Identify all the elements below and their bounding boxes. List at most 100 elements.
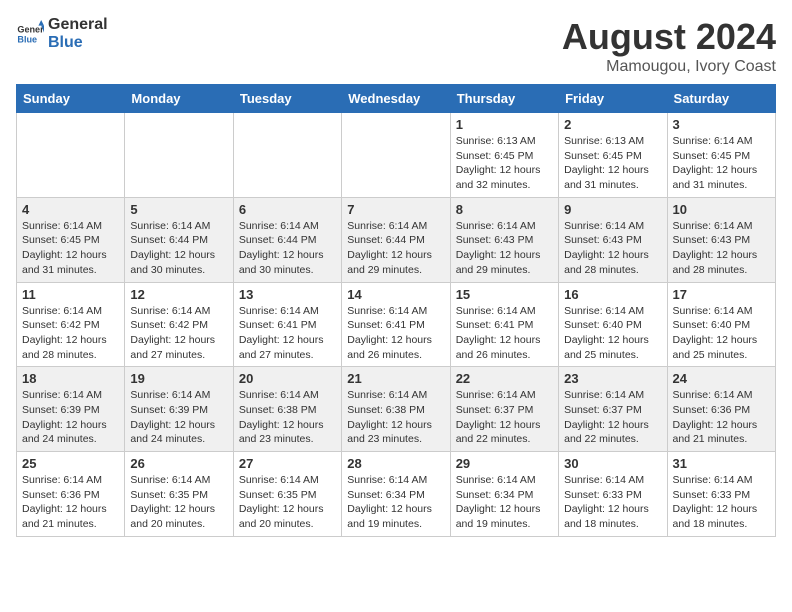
logo-general-text: General — [48, 16, 108, 34]
calendar-cell — [233, 113, 341, 198]
calendar-cell: 6Sunrise: 6:14 AMSunset: 6:44 PMDaylight… — [233, 197, 341, 282]
calendar-week-row: 25 Sunrise: 6:14 AMSunset: 6:36 PMDayligh… — [17, 452, 776, 537]
day-number: 30 — [564, 456, 661, 471]
calendar-week-row: 18 Sunrise: 6:14 AMSunset: 6:39 PMDayligh… — [17, 367, 776, 452]
calendar-cell: 18Sunrise: 6:14 AMSunset: 6:39 PMDayligh… — [17, 367, 125, 452]
day-number: 2 — [564, 117, 661, 132]
calendar-cell: 8 Sunrise: 6:14 AMSunset: 6:43 PMDaylight… — [450, 197, 558, 282]
day-number: 7 — [347, 202, 444, 217]
day-info: Sunrise: 6:14 AMSunset: 6:40 PMDaylight:… — [564, 304, 661, 363]
day-number: 3 — [673, 117, 770, 132]
day-number: 8 — [456, 202, 553, 217]
calendar-cell: 15Sunrise: 6:14 AMSunset: 6:41 PMDayligh… — [450, 282, 558, 367]
calendar-cell: 30 Sunrise: 6:14 AMSunset: 6:33 PMDayligh… — [559, 452, 667, 537]
day-info: Sunrise: 6:14 AMSunset: 6:45 PMDaylight:… — [22, 219, 119, 278]
day-info: Sunrise: 6:14 AMSunset: 6:44 PMDaylight:… — [347, 219, 444, 278]
calendar-cell — [125, 113, 233, 198]
calendar-cell — [342, 113, 450, 198]
calendar-cell: 9Sunrise: 6:14 AMSunset: 6:43 PMDaylight… — [559, 197, 667, 282]
calendar-week-row: 4 Sunrise: 6:14 AMSunset: 6:45 PMDaylight… — [17, 197, 776, 282]
location-subtitle: Mamougou, Ivory Coast — [562, 58, 776, 76]
day-info: Sunrise: 6:14 AMSunset: 6:39 PMDaylight:… — [130, 388, 227, 447]
day-number: 6 — [239, 202, 336, 217]
calendar-header-row: SundayMondayTuesdayWednesdayThursdayFrid… — [17, 85, 776, 113]
day-info: Sunrise: 6:14 AMSunset: 6:33 PMDaylight:… — [564, 473, 661, 532]
calendar-cell: 26 Sunrise: 6:14 AMSunset: 6:35 PMDayligh… — [125, 452, 233, 537]
day-info: Sunrise: 6:13 AMSunset: 6:45 PMDaylight:… — [564, 134, 661, 193]
day-info: Sunrise: 6:14 AMSunset: 6:43 PMDaylight:… — [564, 219, 661, 278]
day-info: Sunrise: 6:14 AMSunset: 6:45 PMDaylight:… — [673, 134, 770, 193]
day-info: Sunrise: 6:14 AMSunset: 6:38 PMDaylight:… — [239, 388, 336, 447]
col-header-saturday: Saturday — [667, 85, 775, 113]
day-number: 20 — [239, 371, 336, 386]
day-number: 26 — [130, 456, 227, 471]
day-info: Sunrise: 6:14 AMSunset: 6:42 PMDaylight:… — [130, 304, 227, 363]
logo-icon: General Blue — [16, 20, 44, 48]
calendar-cell: 14 Sunrise: 6:14 AMSunset: 6:41 PMDayligh… — [342, 282, 450, 367]
col-header-monday: Monday — [125, 85, 233, 113]
calendar-cell: 28Sunrise: 6:14 AMSunset: 6:34 PMDayligh… — [342, 452, 450, 537]
calendar-cell: 20 Sunrise: 6:14 AMSunset: 6:38 PMDayligh… — [233, 367, 341, 452]
calendar-cell: 21 Sunrise: 6:14 AMSunset: 6:38 PMDayligh… — [342, 367, 450, 452]
day-number: 31 — [673, 456, 770, 471]
day-info: Sunrise: 6:14 AMSunset: 6:33 PMDaylight:… — [673, 473, 770, 532]
calendar-cell: 4 Sunrise: 6:14 AMSunset: 6:45 PMDaylight… — [17, 197, 125, 282]
day-info: Sunrise: 6:14 AMSunset: 6:43 PMDaylight:… — [456, 219, 553, 278]
day-number: 14 — [347, 287, 444, 302]
day-number: 1 — [456, 117, 553, 132]
day-info: Sunrise: 6:14 AMSunset: 6:35 PMDaylight:… — [130, 473, 227, 532]
day-info: Sunrise: 6:13 AMSunset: 6:45 PMDaylight:… — [456, 134, 553, 193]
day-number: 17 — [673, 287, 770, 302]
calendar-cell: 17 Sunrise: 6:14 AMSunset: 6:40 PMDayligh… — [667, 282, 775, 367]
day-number: 24 — [673, 371, 770, 386]
day-info: Sunrise: 6:14 AMSunset: 6:44 PMDaylight:… — [130, 219, 227, 278]
day-info: Sunrise: 6:14 AMSunset: 6:37 PMDaylight:… — [564, 388, 661, 447]
day-info: Sunrise: 6:14 AMSunset: 6:36 PMDaylight:… — [22, 473, 119, 532]
col-header-wednesday: Wednesday — [342, 85, 450, 113]
calendar-cell — [17, 113, 125, 198]
col-header-thursday: Thursday — [450, 85, 558, 113]
calendar-cell: 19Sunrise: 6:14 AMSunset: 6:39 PMDayligh… — [125, 367, 233, 452]
day-info: Sunrise: 6:14 AMSunset: 6:38 PMDaylight:… — [347, 388, 444, 447]
day-number: 18 — [22, 371, 119, 386]
day-info: Sunrise: 6:14 AMSunset: 6:41 PMDaylight:… — [347, 304, 444, 363]
svg-text:General: General — [17, 24, 44, 34]
calendar-cell: 7 Sunrise: 6:14 AMSunset: 6:44 PMDaylight… — [342, 197, 450, 282]
day-number: 23 — [564, 371, 661, 386]
calendar-cell: 10Sunrise: 6:14 AMSunset: 6:43 PMDayligh… — [667, 197, 775, 282]
month-year-title: August 2024 — [562, 16, 776, 58]
calendar-cell: 23 Sunrise: 6:14 AMSunset: 6:37 PMDayligh… — [559, 367, 667, 452]
day-number: 12 — [130, 287, 227, 302]
day-number: 29 — [456, 456, 553, 471]
calendar-cell: 24Sunrise: 6:14 AMSunset: 6:36 PMDayligh… — [667, 367, 775, 452]
calendar-cell: 2 Sunrise: 6:13 AMSunset: 6:45 PMDaylight… — [559, 113, 667, 198]
calendar-cell: 1 Sunrise: 6:13 AMSunset: 6:45 PMDaylight… — [450, 113, 558, 198]
day-number: 4 — [22, 202, 119, 217]
logo: General Blue General Blue — [16, 16, 108, 51]
day-number: 15 — [456, 287, 553, 302]
day-number: 11 — [22, 287, 119, 302]
day-info: Sunrise: 6:14 AMSunset: 6:40 PMDaylight:… — [673, 304, 770, 363]
calendar-table: SundayMondayTuesdayWednesdayThursdayFrid… — [16, 84, 776, 537]
logo-blue-text: Blue — [48, 34, 108, 52]
calendar-cell: 27Sunrise: 6:14 AMSunset: 6:35 PMDayligh… — [233, 452, 341, 537]
col-header-tuesday: Tuesday — [233, 85, 341, 113]
svg-text:Blue: Blue — [17, 34, 37, 44]
calendar-cell: 16Sunrise: 6:14 AMSunset: 6:40 PMDayligh… — [559, 282, 667, 367]
day-info: Sunrise: 6:14 AMSunset: 6:42 PMDaylight:… — [22, 304, 119, 363]
calendar-cell: 25 Sunrise: 6:14 AMSunset: 6:36 PMDayligh… — [17, 452, 125, 537]
day-info: Sunrise: 6:14 AMSunset: 6:35 PMDaylight:… — [239, 473, 336, 532]
day-number: 21 — [347, 371, 444, 386]
page-header: General Blue General Blue August 2024 Ma… — [16, 16, 776, 76]
day-number: 25 — [22, 456, 119, 471]
calendar-cell: 3 Sunrise: 6:14 AMSunset: 6:45 PMDaylight… — [667, 113, 775, 198]
day-number: 10 — [673, 202, 770, 217]
calendar-week-row: 11 Sunrise: 6:14 AMSunset: 6:42 PMDayligh… — [17, 282, 776, 367]
day-number: 13 — [239, 287, 336, 302]
day-info: Sunrise: 6:14 AMSunset: 6:37 PMDaylight:… — [456, 388, 553, 447]
day-number: 5 — [130, 202, 227, 217]
calendar-cell: 11 Sunrise: 6:14 AMSunset: 6:42 PMDayligh… — [17, 282, 125, 367]
day-info: Sunrise: 6:14 AMSunset: 6:34 PMDaylight:… — [456, 473, 553, 532]
title-block: August 2024 Mamougou, Ivory Coast — [562, 16, 776, 76]
calendar-cell: 31 Sunrise: 6:14 AMSunset: 6:33 PMDayligh… — [667, 452, 775, 537]
